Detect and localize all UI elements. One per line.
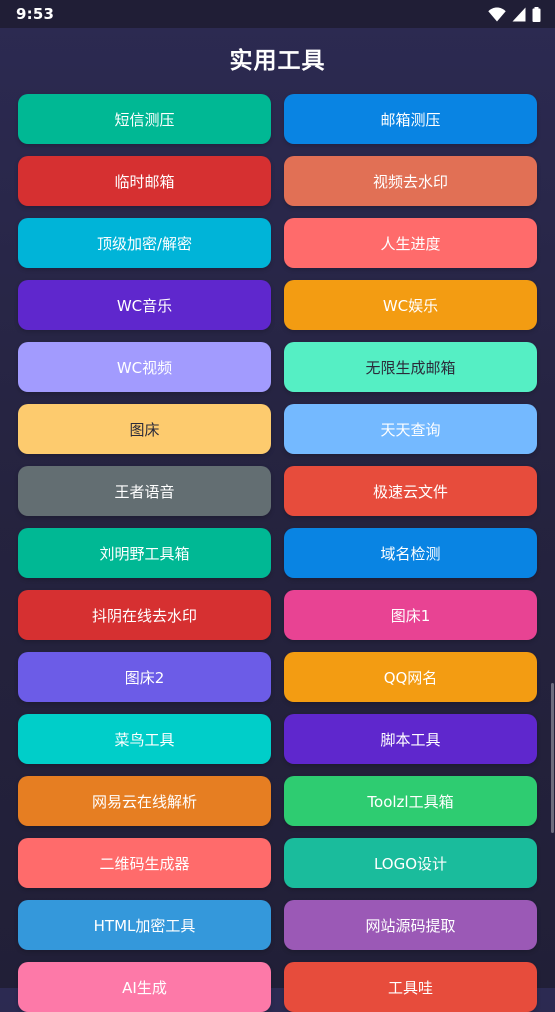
- tool-button[interactable]: 菜鸟工具: [18, 714, 271, 764]
- tool-button[interactable]: 脚本工具: [284, 714, 537, 764]
- tool-button[interactable]: WC娱乐: [284, 280, 537, 330]
- tool-button[interactable]: 图床: [18, 404, 271, 454]
- tool-button[interactable]: 视频去水印: [284, 156, 537, 206]
- tool-button[interactable]: WC视频: [18, 342, 271, 392]
- tool-button[interactable]: 无限生成邮箱: [284, 342, 537, 392]
- tool-button[interactable]: 王者语音: [18, 466, 271, 516]
- tool-button[interactable]: 二维码生成器: [18, 838, 271, 888]
- tool-button[interactable]: 人生进度: [284, 218, 537, 268]
- tool-button[interactable]: Toolzl工具箱: [284, 776, 537, 826]
- tool-button[interactable]: 临时邮箱: [18, 156, 271, 206]
- tool-button[interactable]: 顶级加密/解密: [18, 218, 271, 268]
- signal-icon: [512, 7, 526, 22]
- tool-button[interactable]: 网易云在线解析: [18, 776, 271, 826]
- tool-button[interactable]: 抖阴在线去水印: [18, 590, 271, 640]
- tool-button[interactable]: 刘明野工具箱: [18, 528, 271, 578]
- tool-button[interactable]: 天天查询: [284, 404, 537, 454]
- tool-button[interactable]: 网站源码提取: [284, 900, 537, 950]
- status-bar: 9:53: [0, 0, 555, 28]
- scrollbar-thumb[interactable]: [551, 683, 554, 833]
- status-time: 9:53: [16, 5, 55, 23]
- tool-button[interactable]: QQ网名: [284, 652, 537, 702]
- tool-button[interactable]: 图床1: [284, 590, 537, 640]
- battery-icon: [532, 6, 541, 22]
- tool-button[interactable]: 短信测压: [18, 94, 271, 144]
- tool-button[interactable]: WC音乐: [18, 280, 271, 330]
- tool-button[interactable]: HTML加密工具: [18, 900, 271, 950]
- status-icons: [488, 6, 541, 22]
- tool-button[interactable]: LOGO设计: [284, 838, 537, 888]
- tool-button[interactable]: 极速云文件: [284, 466, 537, 516]
- wifi-icon: [488, 6, 506, 22]
- tool-button[interactable]: 邮箱测压: [284, 94, 537, 144]
- tool-button[interactable]: AI生成: [18, 962, 271, 1012]
- tool-button[interactable]: 域名检测: [284, 528, 537, 578]
- tool-button[interactable]: 图床2: [18, 652, 271, 702]
- tool-button[interactable]: 工具哇: [284, 962, 537, 1012]
- page-title: 实用工具: [229, 48, 326, 74]
- tool-grid: 短信测压 邮箱测压 临时邮箱 视频去水印 顶级加密/解密 人生进度 WC音乐 WC娱乐 WC视频…: [0, 94, 555, 1012]
